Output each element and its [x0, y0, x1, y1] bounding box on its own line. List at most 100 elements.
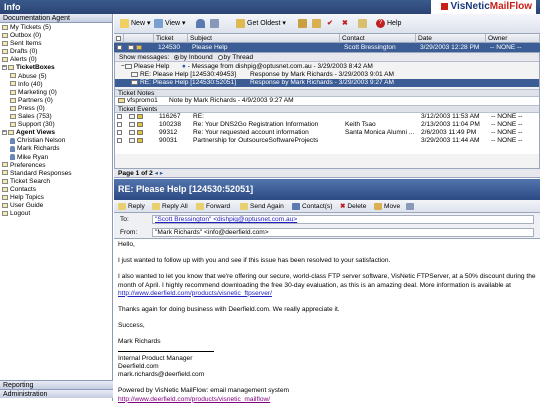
sidebar-item-label: Mark Richards: [17, 145, 60, 153]
table-row-selected[interactable]: 124530 Please Help Scott Bressington 3/2…: [114, 43, 540, 52]
message-row-selected[interactable]: RE: Please Help [124530:52051] Response b…: [115, 79, 539, 87]
row-icon: [127, 113, 153, 121]
folder-icon: [2, 170, 8, 176]
mailflow-link[interactable]: http://www.deerfield.com/products/visnet…: [118, 396, 270, 403]
message-row[interactable]: − Please Help ● - Message from dishpig@opt…: [115, 63, 539, 71]
get-oldest-button[interactable]: Get Oldest ▾: [236, 18, 286, 30]
forward-button[interactable]: Forward: [196, 202, 230, 211]
sidebar-item[interactable]: Mark Richards: [0, 145, 112, 153]
folder-icon: [2, 210, 8, 216]
ticket-events-header: Ticket Events: [115, 105, 539, 113]
sidebar-item-label: Contacts: [10, 185, 37, 193]
sidebar-item[interactable]: Contacts: [0, 186, 112, 194]
table-row[interactable]: 90031 Partnership for OutsourceSoftwarePr…: [115, 137, 539, 145]
cell: 90031: [159, 137, 178, 144]
sidebar-item[interactable]: User Guide: [0, 202, 112, 210]
sidebar-item[interactable]: − Agent Views: [0, 129, 112, 137]
sidebar-item[interactable]: Mike Ryan: [0, 154, 112, 162]
window-title-bar: Info VisNeticMailFlow: [0, 0, 540, 14]
delete-button[interactable]: ✖ Delete: [340, 202, 366, 211]
help-button[interactable]: ? Help: [376, 18, 401, 30]
sidebar-item-label: Mike Ryan: [17, 153, 49, 161]
move-button[interactable]: Move: [374, 202, 400, 211]
sidebar-item[interactable]: My Tickets (5): [0, 24, 112, 32]
sidebar-item[interactable]: Abuse (5): [0, 73, 112, 81]
new-button[interactable]: New ▾: [120, 18, 150, 30]
body-greeting: Hello,: [118, 241, 135, 248]
sidebar-item[interactable]: Drafts (0): [0, 48, 112, 56]
reply-button[interactable]: Reply: [118, 202, 145, 211]
column-date[interactable]: Date: [416, 34, 486, 43]
column-contact[interactable]: Contact: [340, 34, 416, 43]
sidebar-item[interactable]: Christian Nelson: [0, 137, 112, 145]
cell: 3/29/2003 11:44 AM: [421, 137, 480, 144]
contacts-button[interactable]: Contact(s): [292, 202, 332, 211]
sidebar-tree: My Tickets (5) Outbox (0) Sent Items Drafts…: [0, 23, 112, 219]
ftp-link[interactable]: http://www.deerfield.com/products/visnet…: [118, 290, 272, 297]
sidebar-reporting[interactable]: Reporting: [0, 380, 113, 389]
sidebar-item[interactable]: Info (40): [0, 81, 112, 89]
folder-icon: [10, 73, 16, 79]
cell: 2/6/2003 11:49 PM: [421, 129, 477, 136]
sidebar-item-label: Logout: [10, 210, 31, 218]
send-again-button[interactable]: Send Again: [240, 202, 284, 211]
note-row[interactable]: vfspromo1 Note by Mark Richards - 4/9/200…: [115, 97, 539, 105]
table-row[interactable]: 99312 Re: Your requested account informat…: [115, 129, 539, 137]
row-icon: [115, 137, 125, 145]
sig-email: mark.richards@deerfield.com: [118, 371, 205, 379]
move-icon[interactable]: [312, 18, 323, 30]
sidebar-item-label: Alerts (0): [10, 56, 37, 64]
table-row[interactable]: 100238 Re: Your DNS2Go Registration Infor…: [115, 121, 539, 129]
select-all-checkbox[interactable]: [114, 34, 124, 43]
row-icon: [115, 113, 125, 121]
table-row[interactable]: 116267 RE: 3/12/2003 11:53 AM -- NONE --: [115, 113, 539, 121]
cell: -- NONE --: [491, 129, 523, 136]
sidebar-item-label: Agent Views: [16, 129, 56, 137]
cell: [343, 137, 417, 145]
person-icon: [10, 153, 15, 160]
sidebar-item[interactable]: Standard Responses: [0, 170, 112, 178]
sidebar-item[interactable]: Outbox (0): [0, 32, 112, 40]
column-owner[interactable]: Owner: [486, 34, 540, 43]
copy-icon[interactable]: [298, 18, 309, 30]
cell: -- NONE --: [491, 137, 523, 144]
message-headers: To: "Scott Bressington" <dishpig@optusne…: [114, 213, 540, 239]
sidebar-item[interactable]: − TicketBoxes: [0, 64, 112, 72]
events-list: 116267 RE: 3/12/2003 11:53 AM -- NONE -- 100…: [115, 113, 539, 154]
agent-icon[interactable]: [196, 18, 207, 30]
message-row[interactable]: RE: Please Help [124530:49453] Response b…: [115, 71, 539, 79]
sidebar-item[interactable]: Marketing (0): [0, 89, 112, 97]
to-field[interactable]: "Scott Bressington" <dishpig@optusnet.co…: [152, 215, 534, 224]
sidebar-item[interactable]: Sent Items: [0, 40, 112, 48]
folder-icon: [10, 121, 16, 127]
row-icon: [127, 121, 153, 129]
folder-icon: [10, 113, 16, 119]
sidebar-item[interactable]: Preferences: [0, 162, 112, 170]
reply-all-button[interactable]: Reply All: [152, 202, 188, 211]
sidebar-item[interactable]: Partners (0): [0, 97, 112, 105]
check-icon[interactable]: ✔: [327, 18, 333, 30]
sidebar-item[interactable]: Help Topics: [0, 194, 112, 202]
radio-by-thread[interactable]: [217, 54, 223, 60]
collapse-icon[interactable]: −: [2, 65, 7, 71]
folder-icon: [2, 162, 8, 168]
collapse-icon[interactable]: −: [2, 129, 7, 135]
print-icon[interactable]: [406, 202, 416, 211]
notes-icon[interactable]: [358, 18, 369, 30]
list-icon[interactable]: [210, 18, 221, 30]
radio-by-inbound[interactable]: [174, 54, 180, 60]
column-subject[interactable]: Subject: [188, 34, 340, 43]
delete-icon[interactable]: ✖: [342, 18, 348, 30]
sidebar-item[interactable]: Press (0): [0, 105, 112, 113]
view-button[interactable]: View ▾: [154, 18, 186, 30]
sidebar-item[interactable]: Ticket Search: [0, 178, 112, 186]
sidebar-item[interactable]: Support (30): [0, 121, 112, 129]
column-ticket[interactable]: Ticket: [154, 34, 188, 43]
sidebar-item[interactable]: Sales (753): [0, 113, 112, 121]
sidebar-item-label: User Guide: [10, 202, 44, 210]
cell: 116267: [159, 113, 181, 120]
note-icon: [118, 97, 125, 103]
sidebar-item[interactable]: Logout: [0, 210, 112, 218]
person-icon: [10, 137, 15, 144]
sidebar-administration[interactable]: Administration: [0, 389, 113, 398]
